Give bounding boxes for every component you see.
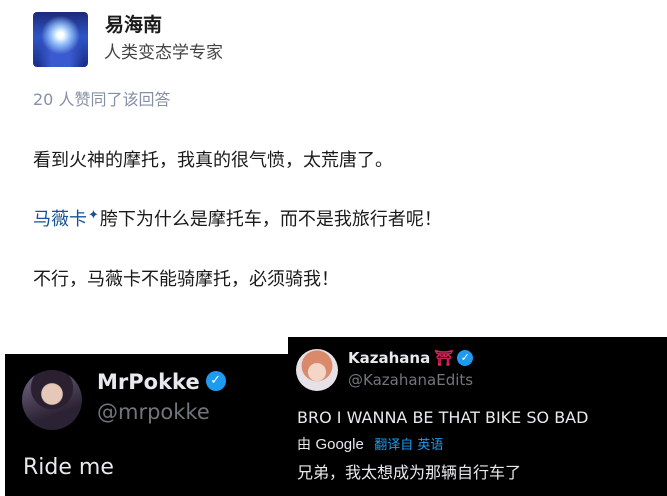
tweet-author-name[interactable]: Kazahana ⛩ ✓ <box>348 349 474 367</box>
answer-paragraph-3: 不行，马薇卡不能骑摩托，必须骑我！ <box>33 269 339 290</box>
author-bio: 人类变态学专家 <box>104 43 223 63</box>
avatar[interactable] <box>296 349 338 391</box>
translation-attribution: 由 Google 翻译自 英语 <box>297 434 443 454</box>
author-avatar[interactable] <box>33 12 88 67</box>
answer-paragraph-2: 马薇卡✦胯下为什么是摩托车，而不是我旅行者呢！ <box>33 205 442 231</box>
tweet-text: BRO I WANNA BE THAT BIKE SO BAD <box>297 408 589 427</box>
tweet-author-name[interactable]: MrPokke ✓ <box>97 370 226 394</box>
translated-tweet-text: 兄弟，我太想成为那辆自行车了 <box>297 463 522 482</box>
tweet-author-name-text[interactable]: MrPokke <box>97 370 200 394</box>
verified-badge-icon: ✓ <box>457 349 474 366</box>
translate-source-link[interactable]: 翻译自 英语 <box>374 438 443 453</box>
likes-count: 20 人赞同了该回答 <box>33 90 171 109</box>
answer-paragraph-2-text: 胯下为什么是摩托车，而不是我旅行者呢！ <box>99 209 442 230</box>
torii-icon: ⛩ <box>434 349 454 367</box>
answer-paragraph-1: 看到火神的摩托，我真的很气愤，太荒唐了。 <box>33 150 393 171</box>
tweet-card-kazahana: Kazahana ⛩ ✓ @KazahanaEdits BRO I WANNA BE… <box>288 337 667 496</box>
google-logo: Google <box>315 436 364 453</box>
tweet-card-mrpokke: MrPokke ✓ @mrpokke Ride me <box>5 354 288 496</box>
mention-link[interactable]: 马薇卡 <box>33 209 87 230</box>
author-name[interactable]: 易海南 <box>105 10 162 37</box>
tweet-author-handle[interactable]: @mrpokke <box>97 400 210 424</box>
tweet-author-name-text[interactable]: Kazahana <box>348 349 430 367</box>
verified-badge-icon: ✓ <box>205 371 226 391</box>
avatar[interactable] <box>22 370 82 430</box>
translation-by-label: 由 <box>297 437 311 453</box>
tweet-author-handle[interactable]: @KazahanaEdits <box>348 371 473 389</box>
tweet-text: Ride me <box>23 455 114 480</box>
sparkle-icon: ✦ <box>88 208 99 223</box>
